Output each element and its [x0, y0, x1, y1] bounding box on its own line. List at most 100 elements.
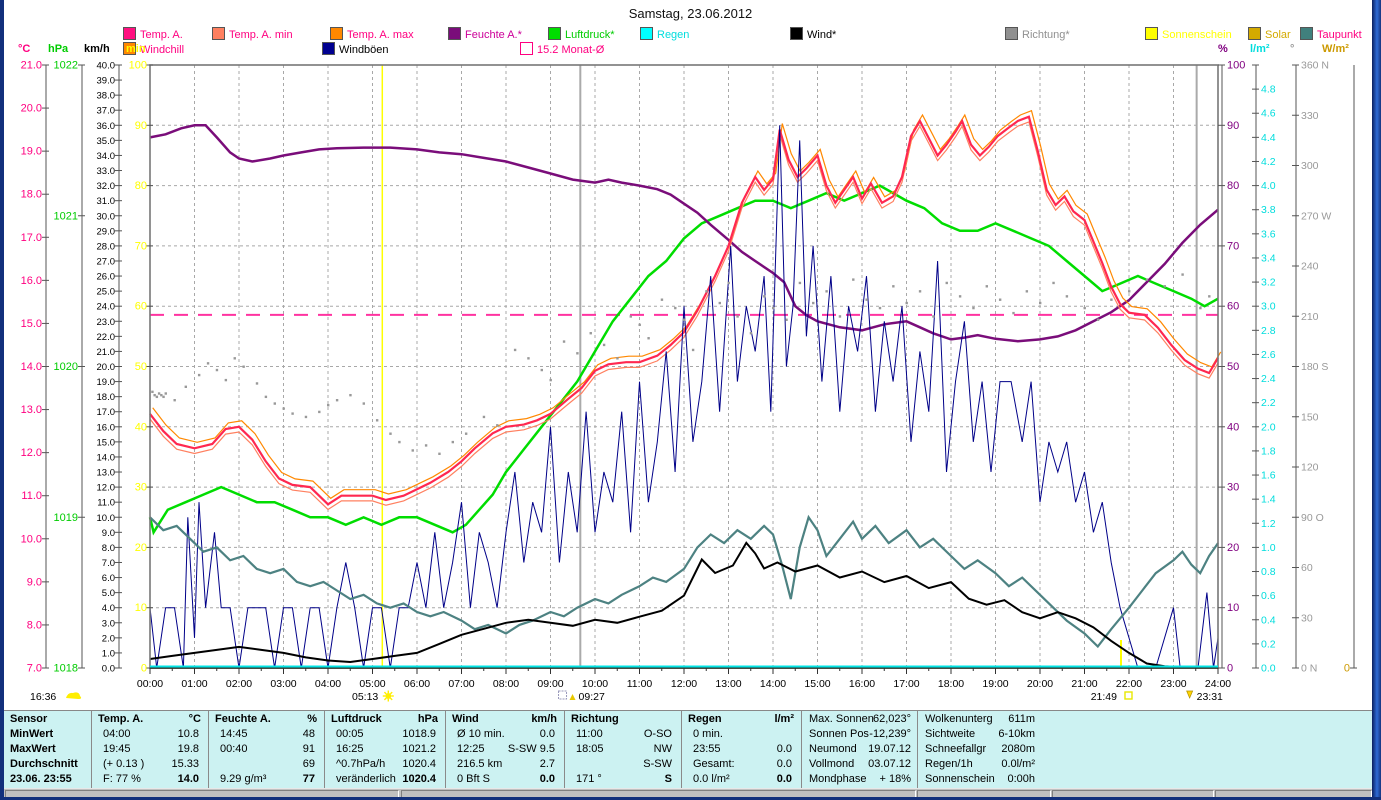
- richtung-dot: [647, 337, 650, 340]
- richtung-dot: [304, 415, 308, 419]
- richtung-dot: [958, 295, 962, 298]
- svg-text:180 S: 180 S: [1301, 361, 1328, 373]
- richtung-dot: [1052, 281, 1055, 285]
- richtung-dot: [264, 395, 268, 399]
- svg-text:70: 70: [1227, 240, 1239, 252]
- svg-text:60: 60: [1227, 301, 1239, 313]
- table-value: 0.0: [776, 758, 792, 770]
- svg-text:29.0: 29.0: [97, 226, 116, 237]
- weather-chart: 7.0 8.0 9.0 10.0 11.0 12.0 13.0 14.0 15.0 16.0 17.…: [0, 0, 1381, 710]
- table-unit: l/m²: [774, 713, 794, 725]
- svg-text:1021: 1021: [54, 210, 78, 222]
- table-value: 1020.4: [402, 773, 436, 785]
- svg-text:0.8: 0.8: [1261, 566, 1276, 578]
- svg-text:90: 90: [135, 120, 147, 132]
- moonrise-icon: [558, 690, 568, 700]
- sunset-icon: [1124, 691, 1133, 700]
- richtung-dot: [718, 301, 721, 305]
- svg-text:22.0: 22.0: [97, 332, 116, 343]
- svg-text:25.0: 25.0: [97, 287, 116, 298]
- richtung-dot: [945, 281, 948, 285]
- svg-text:13.0: 13.0: [21, 404, 42, 416]
- richtung-dot: [1163, 285, 1166, 288]
- richtung-dot: [155, 395, 159, 399]
- x-tick-label: 09:00: [537, 678, 563, 690]
- window-border-left: [0, 0, 4, 800]
- event-time-label: 23:31: [1197, 691, 1223, 703]
- svg-text:4.8: 4.8: [1261, 84, 1276, 96]
- svg-text:34.0: 34.0: [97, 151, 116, 162]
- richtung-dot: [727, 281, 730, 285]
- svg-text:4.6: 4.6: [1261, 108, 1276, 120]
- x-tick-label: 10:00: [582, 678, 608, 690]
- richtung-dot: [164, 392, 167, 395]
- richtung-dot: [327, 404, 330, 407]
- svg-text:5.0: 5.0: [102, 588, 115, 599]
- weather-app-window: { "window": { "title": "Samstag, 23.06.2…: [0, 0, 1381, 800]
- richtung-dot: [785, 318, 788, 321]
- svg-text:100: 100: [129, 60, 147, 72]
- x-tick-label: 16:00: [849, 678, 875, 690]
- richtung-dot: [562, 340, 566, 343]
- table-unit: hPa: [417, 713, 438, 725]
- svg-text:20: 20: [135, 542, 147, 554]
- event-time-label: 09:27: [579, 691, 605, 703]
- svg-text:40.0: 40.0: [97, 61, 116, 72]
- x-tick-label: 12:00: [671, 678, 697, 690]
- richtung-dot: [1181, 273, 1184, 276]
- svg-text:32.0: 32.0: [97, 181, 116, 192]
- svg-text:270 W: 270 W: [1301, 210, 1331, 222]
- richtung-dot: [349, 393, 352, 397]
- svg-text:19.0: 19.0: [21, 146, 42, 158]
- svg-text:300: 300: [1301, 160, 1319, 172]
- svg-text:3.0: 3.0: [1261, 301, 1276, 313]
- x-tick-label: 14:00: [760, 678, 786, 690]
- svg-text:8.0: 8.0: [27, 619, 42, 631]
- richtung-dot: [918, 290, 922, 293]
- richtung-dot: [972, 306, 975, 310]
- svg-text:12.0: 12.0: [21, 447, 42, 459]
- svg-text:10.0: 10.0: [21, 533, 42, 545]
- svg-text:8.0: 8.0: [102, 543, 115, 554]
- astro-value: 03.07.12: [868, 758, 911, 770]
- richtung-dot: [151, 390, 154, 394]
- svg-text:150: 150: [1301, 411, 1319, 423]
- event-time-label: 21:49: [1091, 691, 1117, 703]
- svg-text:16.0: 16.0: [97, 422, 116, 433]
- table-value: NW: [653, 743, 672, 755]
- richtung-dot: [905, 301, 908, 305]
- svg-text:120: 120: [1301, 462, 1319, 474]
- svg-text:9.0: 9.0: [27, 576, 42, 588]
- svg-text:11.0: 11.0: [21, 490, 42, 502]
- svg-text:0: 0: [141, 663, 147, 675]
- richtung-dot: [812, 301, 815, 305]
- svg-text:50: 50: [135, 361, 147, 373]
- richtung-dot: [496, 424, 499, 427]
- table-column-divider: [801, 711, 802, 788]
- svg-text:40: 40: [1227, 421, 1239, 433]
- table-value: S-SW 9.5: [507, 743, 555, 755]
- richtung-dot: [273, 402, 276, 405]
- svg-text:210: 210: [1301, 311, 1319, 323]
- table-value: 77: [302, 773, 315, 785]
- svg-text:2.6: 2.6: [1261, 349, 1276, 361]
- richtung-dot: [1145, 278, 1149, 281]
- svg-text:240: 240: [1301, 261, 1319, 273]
- svg-text:100: 100: [1227, 60, 1245, 72]
- richtung-dot: [527, 357, 530, 360]
- richtung-dot: [1128, 290, 1131, 293]
- richtung-dot: [1083, 306, 1086, 310]
- x-tick-label: 11:00: [627, 678, 653, 690]
- table-column-divider: [208, 711, 209, 788]
- svg-text:1.0: 1.0: [102, 648, 115, 659]
- table-column-divider: [681, 711, 682, 788]
- table-value: O-SO: [643, 728, 672, 740]
- table-column-divider: [564, 711, 565, 788]
- richtung-dot: [162, 395, 165, 399]
- window-border-right: [1372, 0, 1381, 800]
- svg-text:11.0: 11.0: [97, 498, 115, 509]
- svg-text:1.0: 1.0: [1261, 542, 1276, 554]
- table-value: 0.0: [776, 743, 792, 755]
- x-tick-label: 18:00: [938, 678, 964, 690]
- astro-value: -12,239°: [869, 728, 911, 740]
